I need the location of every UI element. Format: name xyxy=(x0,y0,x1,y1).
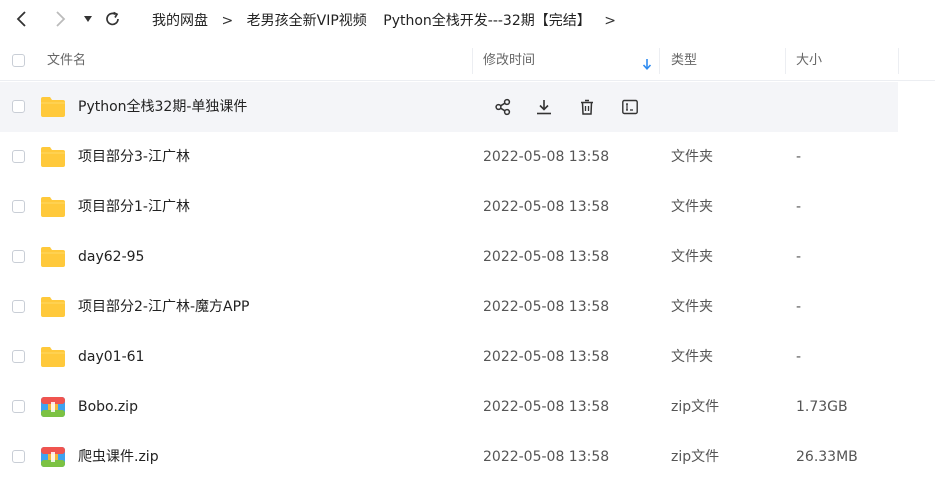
modified-time: 2022-05-08 13:58 xyxy=(483,399,610,415)
back-icon[interactable] xyxy=(12,9,32,29)
file-size: - xyxy=(796,299,802,315)
file-type: 文件夹 xyxy=(671,349,713,365)
sort-descending-icon[interactable] xyxy=(642,55,652,74)
column-header-name[interactable]: 文件名 xyxy=(47,42,86,80)
breadcrumb-item-vip-videos[interactable]: 老男孩全新VIP视频 xyxy=(247,10,367,30)
row-checkbox[interactable] xyxy=(12,250,25,263)
history-dropdown-icon[interactable] xyxy=(78,9,98,29)
file-type: zip文件 xyxy=(671,399,720,415)
share-icon[interactable] xyxy=(493,97,513,117)
file-name[interactable]: Python全栈32期-单独课件 xyxy=(78,82,247,132)
file-row[interactable]: 项目部分3-江广林 2022-05-08 13:58 文件夹 - xyxy=(0,132,935,182)
row-checkbox[interactable] xyxy=(12,350,25,363)
row-checkbox[interactable] xyxy=(12,150,25,163)
file-size: 26.33MB xyxy=(796,449,858,465)
file-type: 文件夹 xyxy=(671,199,713,215)
breadcrumb-item-my-drive[interactable]: 我的网盘 xyxy=(152,10,208,30)
folder-icon xyxy=(41,297,65,317)
column-header-size[interactable]: 大小 xyxy=(796,42,822,80)
file-row[interactable]: day01-61 2022-05-08 13:58 文件夹 - xyxy=(0,332,935,382)
zip-archive-icon xyxy=(41,447,65,467)
file-size: - xyxy=(796,349,802,365)
file-size: - xyxy=(796,149,802,165)
folder-icon xyxy=(41,247,65,267)
row-checkbox[interactable] xyxy=(12,200,25,213)
modified-time: 2022-05-08 13:58 xyxy=(483,249,610,265)
breadcrumb-separator: > xyxy=(221,13,234,29)
file-type: 文件夹 xyxy=(671,249,713,265)
folder-icon xyxy=(41,147,65,167)
column-divider[interactable] xyxy=(785,48,786,74)
modified-time: 2022-05-08 13:58 xyxy=(483,449,610,465)
file-row[interactable]: Bobo.zip 2022-05-08 13:58 zip文件 1.73GB xyxy=(0,382,935,432)
breadcrumb-separator: > xyxy=(604,13,616,29)
file-row[interactable]: Python全栈32期-单独课件 xyxy=(0,82,898,132)
row-checkbox[interactable] xyxy=(12,450,25,463)
delete-icon[interactable] xyxy=(577,97,597,117)
zip-archive-icon xyxy=(41,397,65,417)
file-row[interactable]: 项目部分2-江广林-魔方APP 2022-05-08 13:58 文件夹 - xyxy=(0,282,935,332)
file-type: 文件夹 xyxy=(671,149,713,165)
file-list-header: 文件名 修改时间 类型 大小 xyxy=(0,42,935,81)
column-header-type[interactable]: 类型 xyxy=(671,42,697,80)
column-divider[interactable] xyxy=(472,48,473,74)
download-icon[interactable] xyxy=(534,97,554,117)
rename-icon[interactable] xyxy=(620,97,640,117)
breadcrumb-item-current[interactable]: Python全栈开发---32期【完结】 xyxy=(383,10,591,30)
column-divider[interactable] xyxy=(898,48,899,74)
file-size: - xyxy=(796,249,802,265)
forward-icon[interactable] xyxy=(50,9,70,29)
file-name[interactable]: 项目部分2-江广林-魔方APP xyxy=(78,282,249,332)
file-type: zip文件 xyxy=(671,449,720,465)
column-header-modified[interactable]: 修改时间 xyxy=(483,42,535,80)
file-name[interactable]: 项目部分1-江广林 xyxy=(78,182,190,232)
row-checkbox[interactable] xyxy=(12,300,25,313)
file-name[interactable]: day01-61 xyxy=(78,332,144,382)
file-row[interactable]: 项目部分1-江广林 2022-05-08 13:58 文件夹 - xyxy=(0,182,935,232)
folder-icon xyxy=(41,97,65,117)
select-all-checkbox[interactable] xyxy=(12,54,25,67)
file-name[interactable]: 爬虫课件.zip xyxy=(78,432,159,482)
row-checkbox[interactable] xyxy=(12,100,25,113)
folder-icon xyxy=(41,347,65,367)
file-name[interactable]: Bobo.zip xyxy=(78,382,138,432)
breadcrumb: 我的网盘 > 老男孩全新VIP视频 Python全栈开发---32期【完结】 > xyxy=(152,10,625,30)
column-divider[interactable] xyxy=(659,48,660,74)
modified-time: 2022-05-08 13:58 xyxy=(483,299,610,315)
file-name[interactable]: 项目部分3-江广林 xyxy=(78,132,190,182)
modified-time: 2022-05-08 13:58 xyxy=(483,199,610,215)
row-checkbox[interactable] xyxy=(12,400,25,413)
modified-time: 2022-05-08 13:58 xyxy=(483,149,610,165)
modified-time: 2022-05-08 13:58 xyxy=(483,349,610,365)
file-row[interactable]: 爬虫课件.zip 2022-05-08 13:58 zip文件 26.33MB xyxy=(0,432,935,482)
file-name[interactable]: day62-95 xyxy=(78,232,144,282)
navigation-bar: 我的网盘 > 老男孩全新VIP视频 Python全栈开发---32期【完结】 > xyxy=(0,0,935,38)
file-type: 文件夹 xyxy=(671,299,713,315)
folder-icon xyxy=(41,197,65,217)
file-size: 1.73GB xyxy=(796,399,848,415)
refresh-icon[interactable] xyxy=(103,9,123,29)
file-row[interactable]: day62-95 2022-05-08 13:58 文件夹 - xyxy=(0,232,935,282)
file-size: - xyxy=(796,199,802,215)
